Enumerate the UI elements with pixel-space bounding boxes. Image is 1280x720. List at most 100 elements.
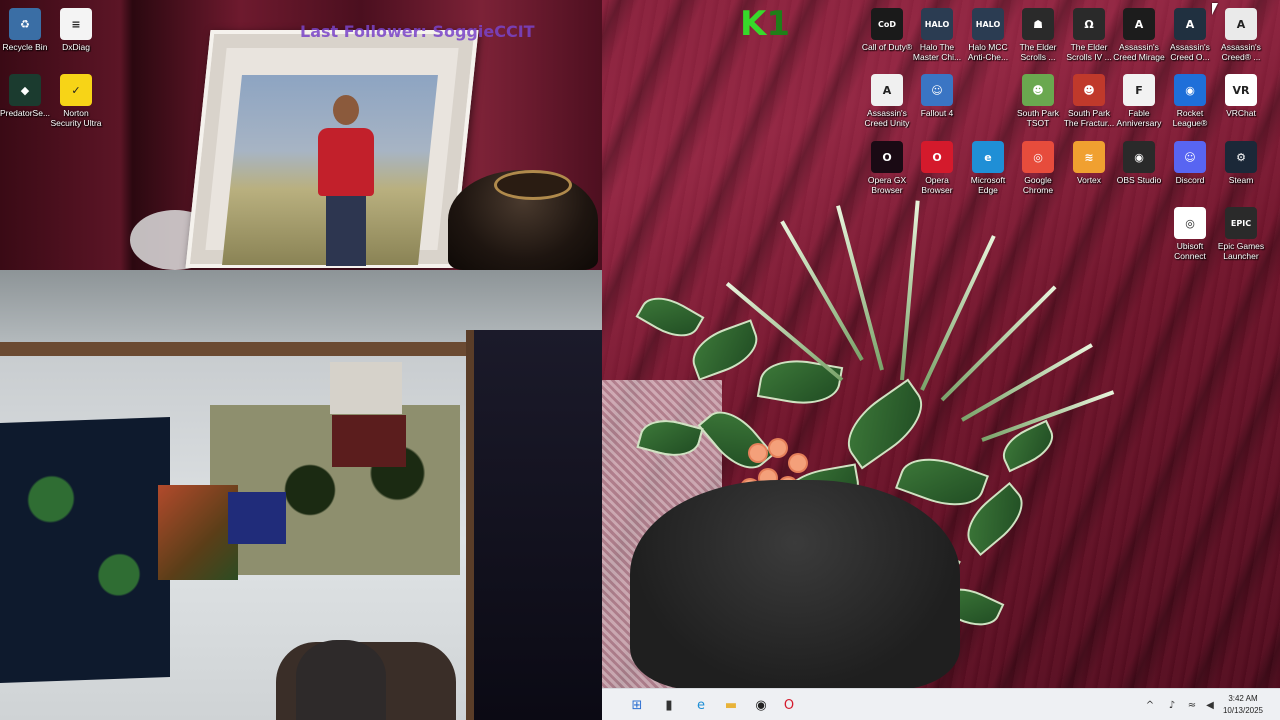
desktop-icon-label: Rocket League® xyxy=(1172,108,1208,128)
desktop-icon-label: VRChat xyxy=(1226,108,1256,118)
desktop-icon[interactable]: ☻ South Park TSOT xyxy=(1013,70,1063,132)
discord-icon: ☺ xyxy=(1174,141,1206,173)
desktop-icon-label: Ubisoft Connect xyxy=(1174,241,1206,261)
desktop-icon-label: Norton Security Ultra xyxy=(50,108,102,128)
desktop-icon-label: Epic Games Launcher xyxy=(1217,241,1265,261)
desktop-icon[interactable]: CoD Call of Duty® xyxy=(862,4,912,66)
webcam-beam xyxy=(0,342,480,356)
desktop-icon-label: PredatorSe... xyxy=(0,108,51,118)
taskbar: ⊞ ▮ e ▬ ◉ O ^ ♪ ≈ ◀ 3:42 AM 10/13/2025 xyxy=(602,688,1280,720)
desktop-icon[interactable]: F Fable Anniversary xyxy=(1114,70,1164,132)
desktop-icon[interactable]: ◎ Google Chrome xyxy=(1013,137,1063,199)
desktop-icon-label: Vortex xyxy=(1076,175,1102,185)
desktop-icon-label: Call of Duty® xyxy=(861,42,913,52)
desktop-icon-label: Fable Anniversary xyxy=(1116,108,1162,128)
desktop-icon-label: Halo MCC Anti-Che... xyxy=(967,42,1009,62)
desktop-icon-label: Steam xyxy=(1228,175,1254,185)
desktop-icon-label: OBS Studio xyxy=(1116,175,1162,185)
chrome-icon: ◎ xyxy=(1022,141,1054,173)
desktop-icon[interactable]: ◉ OBS Studio xyxy=(1114,137,1164,199)
desktop-icon-label: The Elder Scrolls IV ... xyxy=(1066,42,1112,62)
kick-logo: K1 xyxy=(740,6,796,42)
desktop-icon[interactable]: A Assassin's Creed Mirage xyxy=(1113,4,1165,66)
desktop-icon[interactable]: EPIC Epic Games Launcher xyxy=(1216,203,1266,265)
epic-games-icon: EPIC xyxy=(1225,207,1257,239)
webcam-tapestry-small xyxy=(158,485,238,580)
photo-person-head xyxy=(333,95,359,125)
desktop-icon[interactable]: ☗ The Elder Scrolls ... xyxy=(1013,4,1063,66)
chevron-up-icon[interactable]: ^ xyxy=(1142,697,1158,713)
desktop-icon[interactable]: HALO Halo The Master Chi... xyxy=(912,4,962,66)
wifi-icon[interactable]: ≈ xyxy=(1184,697,1200,713)
taskbar-clock[interactable]: 3:42 AM 10/13/2025 xyxy=(1218,693,1268,717)
desktop-icon[interactable]: O Opera GX Browser xyxy=(862,137,912,199)
recycle-bin-icon: ♻ xyxy=(9,8,41,40)
opera-taskbar-icon[interactable]: O xyxy=(778,694,800,716)
south-park-tsot-icon: ☻ xyxy=(1022,74,1054,106)
edge-taskbar-icon[interactable]: e xyxy=(690,694,712,716)
desktop-icon[interactable]: ◉ Rocket League® xyxy=(1165,70,1215,132)
webcam-feed xyxy=(0,270,602,720)
desktop-icon[interactable]: ☺ Discord xyxy=(1165,137,1215,199)
desktop-icon-label: Google Chrome xyxy=(1022,175,1054,195)
desktop-icon[interactable]: e Microsoft Edge xyxy=(963,137,1013,199)
south-park-tfbw-icon: ☻ xyxy=(1073,74,1105,106)
ac-mirage-icon: A xyxy=(1123,8,1155,40)
terminal-icon[interactable]: ▮ xyxy=(658,694,680,716)
edge-icon: e xyxy=(972,141,1004,173)
volume-icon[interactable]: ◀ xyxy=(1202,697,1218,713)
desktop-icon-label: Assassin's Creed Mirage xyxy=(1113,42,1165,62)
desktop-icon-label: Microsoft Edge xyxy=(970,175,1006,195)
desktop-icon[interactable]: ♻ Recycle Bin xyxy=(0,4,50,66)
webcam-box xyxy=(332,415,406,467)
kick-logo-digit: 1 xyxy=(766,4,791,44)
webcam-tapestry-left xyxy=(0,417,170,683)
clock-date: 10/13/2025 xyxy=(1222,706,1264,715)
file-explorer-icon[interactable]: ▬ xyxy=(720,694,742,716)
document-icon: ≡ xyxy=(60,8,92,40)
oblivion-icon: Ω xyxy=(1073,8,1105,40)
mouse-cursor xyxy=(1212,3,1218,15)
desktop-icon-label: Assassin's Creed O... xyxy=(1170,42,1210,62)
desktop-icon-label: DxDiag xyxy=(62,42,90,52)
elder-scrolls-icon: ☗ xyxy=(1022,8,1054,40)
fallout-4-icon: ☺ xyxy=(921,74,953,106)
plant-flower xyxy=(790,455,806,471)
photo-person-shirt xyxy=(318,128,374,196)
call-of-duty-icon: CoD xyxy=(871,8,903,40)
microphone-icon[interactable]: ♪ xyxy=(1164,697,1180,713)
desktop-icon[interactable]: ◆ PredatorSe... xyxy=(0,70,50,132)
clock-time: 3:42 AM xyxy=(1228,694,1258,703)
vortex-icon: ≋ xyxy=(1073,141,1105,173)
desktop-icon[interactable]: HALO Halo MCC Anti-Che... xyxy=(963,4,1013,66)
desktop-icon[interactable]: ≡ DxDiag xyxy=(51,4,101,66)
obs-taskbar-icon[interactable]: ◉ xyxy=(750,694,772,716)
desktop-icon[interactable]: ≋ Vortex xyxy=(1064,137,1114,199)
desktop-icon[interactable]: ☺ Fallout 4 xyxy=(912,70,962,132)
desktop-icon[interactable]: VR VRChat xyxy=(1216,70,1266,132)
desktop-icon[interactable]: Ω The Elder Scrolls IV ... xyxy=(1064,4,1114,66)
norton-icon: ✓ xyxy=(60,74,92,106)
desktop-icon[interactable]: ☻ South Park The Fractur... xyxy=(1064,70,1114,132)
webcam-poster xyxy=(330,362,402,414)
halo-anticheat-icon: HALO xyxy=(972,8,1004,40)
desktop-icon[interactable]: A Assassin's Creed O... xyxy=(1165,4,1215,66)
fable-icon: F xyxy=(1123,74,1155,106)
kick-logo-letter: K xyxy=(740,4,767,44)
desktop-icon-label: The Elder Scrolls ... xyxy=(1019,42,1057,62)
desktop-icon-label: Fallout 4 xyxy=(920,108,954,118)
desktop-icon[interactable]: ✓ Norton Security Ultra xyxy=(50,70,102,132)
desktop-icon[interactable]: A Assassin's Creed Unity xyxy=(862,70,912,132)
vrchat-icon: VR xyxy=(1225,74,1257,106)
desktop-icon-label: Discord xyxy=(1175,175,1205,185)
desktop-icon[interactable]: ⚙ Steam xyxy=(1216,137,1266,199)
desktop-icon[interactable]: ◎ Ubisoft Connect xyxy=(1165,203,1215,265)
ac-creed-icon: A xyxy=(1225,8,1257,40)
plant-flower xyxy=(770,440,786,456)
ubisoft-icon: ◎ xyxy=(1174,207,1206,239)
desktop-icon[interactable]: A Assassin's Creed® ... xyxy=(1216,4,1266,66)
predator-sense-icon: ◆ xyxy=(9,74,41,106)
desktop-icon[interactable]: O Opera Browser xyxy=(912,137,962,199)
start-button-icon[interactable]: ⊞ xyxy=(626,694,648,716)
urn-lid xyxy=(494,170,572,200)
